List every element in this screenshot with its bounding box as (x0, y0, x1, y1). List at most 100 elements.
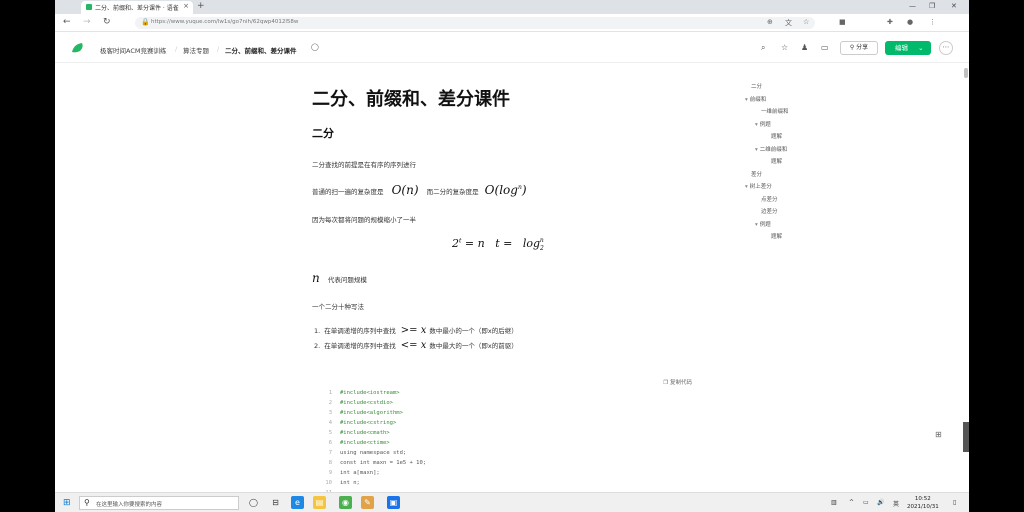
tray-app-icon[interactable]: ▥ (831, 499, 837, 506)
text: 普通的扫一遍的复杂度是 (312, 188, 384, 196)
toc-label: 差分 (751, 171, 763, 178)
code-line: 4 #include<cstring> (312, 420, 397, 430)
edge-icon[interactable]: e (291, 496, 304, 509)
maximize-icon[interactable]: ❐ (929, 2, 935, 10)
close-window-icon[interactable]: ✕ (951, 2, 957, 10)
close-tab-icon[interactable]: × (183, 2, 189, 10)
menu-dots-icon[interactable]: ⋮ (929, 18, 936, 26)
favorite-icon[interactable]: ☆ (781, 43, 788, 52)
code-line: 5 #include<cmath> (312, 430, 390, 440)
code-text: int a[maxn]; (340, 470, 380, 476)
new-tab-icon[interactable]: + (197, 1, 205, 11)
network-icon[interactable]: ▭ (863, 499, 869, 506)
text: 而二分的复杂度是 (426, 188, 479, 196)
caret-down-icon[interactable]: ▾ (745, 97, 748, 103)
toc-item[interactable]: 点差分 (761, 195, 778, 203)
toc-item[interactable]: ▾ 二维前缀和 (755, 145, 787, 153)
document-body: 二分、前缀和、差分课件 二分 二分查找的前提是在有序的序列进行 普通的扫一遍的复… (312, 63, 732, 496)
edit-button[interactable]: 编辑 ⌄ (885, 41, 931, 55)
extensions-puzzle-icon[interactable]: ✚ (887, 18, 893, 26)
list-item: 1. 在单调递增的序列中查找 >= x 数中最小的一个（即x的后继） (314, 325, 518, 336)
toc-item[interactable]: 题解 (771, 132, 782, 140)
toc-item[interactable]: 题解 (771, 157, 782, 165)
paragraph-complexity: 普通的扫一遍的复杂度是 O(n) 而二分的复杂度是 O(logn) (312, 183, 527, 197)
toc-label: 题解 (771, 159, 783, 165)
toc-label: 二维前缀和 (759, 146, 788, 153)
toc-label: 例题 (759, 121, 771, 128)
copy-code-button[interactable]: ❐ 复制代码 (663, 378, 692, 386)
translate-icon[interactable]: 文 (785, 18, 792, 28)
toc-item[interactable]: 一维前缀和 (761, 107, 789, 115)
toc-item[interactable]: 二分 (751, 82, 762, 90)
omnibox[interactable]: 🔒 https://www.yuque.com/lw1s/go7nih/62qw… (135, 17, 815, 29)
line-number: 2 (328, 400, 332, 406)
code-line: 8 const int maxn = 1e5 + 10; (312, 460, 426, 470)
taskbar-search-placeholder: 在这里输入你要搜索的内容 (96, 502, 163, 508)
share-button[interactable]: ⚲ 分享 (840, 41, 878, 55)
toc-item[interactable]: ▾ 例题 (755, 120, 771, 128)
star-icon[interactable]: ☆ (803, 18, 809, 26)
back-icon[interactable]: ← (63, 17, 71, 27)
tray-expand-icon[interactable]: ^ (849, 499, 854, 506)
toc-item[interactable]: 差分 (751, 170, 762, 178)
scrollbar-thumb[interactable] (964, 68, 968, 78)
app-header: 极客时间ACM竞赛训练 / 算法专题 / 二分、前缀和、差分课件 ◯ ⌕ ☆ ♟… (55, 33, 969, 63)
user-icon[interactable]: ♟ (801, 43, 808, 52)
url-text[interactable]: https://www.yuque.com/lw1s/go7nih/62qwp4… (151, 19, 298, 25)
line-number: 4 (328, 420, 332, 426)
windows-start-icon[interactable]: ⊞ (63, 498, 71, 508)
forward-icon[interactable]: → (83, 17, 91, 27)
edit-dropdown-icon[interactable]: ⌄ (918, 44, 923, 52)
code-line: 9 int a[maxn]; (312, 470, 380, 480)
clock[interactable]: 10:52 2021/10/31 (907, 495, 939, 511)
yuque-logo-icon[interactable] (71, 42, 85, 54)
address-bar-row: ← → ↻ 🔒 https://www.yuque.com/lw1s/go7ni… (55, 14, 969, 32)
clock-time: 10:52 (914, 496, 931, 502)
toc-label: 树上差分 (749, 184, 772, 190)
reload-icon[interactable]: ↻ (103, 17, 111, 27)
widgets-icon[interactable]: ⊟ (269, 496, 282, 509)
minimize-icon[interactable]: — (909, 2, 916, 10)
toc-item[interactable]: ▾ 前缀和 (745, 95, 766, 103)
math-ologn: O(logn) (484, 183, 527, 197)
volume-icon[interactable]: 🔊 (877, 499, 884, 506)
grid-view-icon[interactable]: ⊞ (935, 430, 942, 439)
line-number: 9 (328, 470, 332, 476)
breadcrumb-group[interactable]: 算法专题 (183, 45, 209, 55)
caret-down-icon[interactable]: ▾ (745, 184, 748, 190)
toc-label: 前缀和 (749, 96, 767, 103)
code-text: #include<cstdio> (340, 400, 393, 406)
caret-down-icon[interactable]: ▾ (755, 222, 758, 228)
install-icon[interactable]: ⊕ (767, 18, 773, 26)
chrome-icon[interactable]: ◉ (339, 496, 352, 509)
ime-icon[interactable]: 英 (893, 499, 899, 508)
toc-item[interactable]: ▾ 例题 (755, 220, 771, 228)
more-button[interactable]: ⋯ (939, 41, 953, 55)
search-icon: ⚲ (84, 498, 90, 507)
extension-icon[interactable]: ■ (839, 18, 846, 26)
line-number: 8 (328, 460, 332, 466)
toc-item[interactable]: 边差分 (761, 207, 778, 215)
caret-down-icon[interactable]: ▾ (755, 122, 758, 128)
notification-icon[interactable]: ▯ (953, 499, 956, 506)
toc-item[interactable]: ▾ 树上差分 (745, 182, 772, 190)
page-title: 二分、前缀和、差分课件 (312, 89, 510, 110)
caret-down-icon[interactable]: ▾ (755, 147, 758, 153)
share-icon: ⚲ (849, 44, 855, 51)
code-line: 2 #include<cstdio> (312, 400, 393, 410)
app-icon[interactable]: ✎ (361, 496, 374, 509)
file-explorer-icon[interactable]: ▤ (313, 496, 326, 509)
taskbar-search[interactable]: ⚲ 在这里输入你要搜索的内容 (79, 496, 239, 510)
lock-icon: 🔒 (141, 18, 150, 26)
profile-icon[interactable]: ● (907, 18, 913, 26)
code-text: #include<cstring> (340, 420, 397, 426)
browser-tab[interactable]: 二分、前缀和、差分课件 · 语雀 × (81, 1, 193, 14)
code-line: 10 int n; (312, 480, 360, 490)
toc-item[interactable]: 题解 (771, 232, 782, 240)
line-number: 6 (328, 440, 332, 446)
breadcrumb-repo[interactable]: 极客时间ACM竞赛训练 (100, 45, 166, 55)
present-icon[interactable]: ▭ (821, 43, 829, 52)
search-icon[interactable]: ⌕ (761, 43, 765, 53)
task-view-icon[interactable]: ◯ (247, 496, 260, 509)
store-icon[interactable]: ▣ (387, 496, 400, 509)
